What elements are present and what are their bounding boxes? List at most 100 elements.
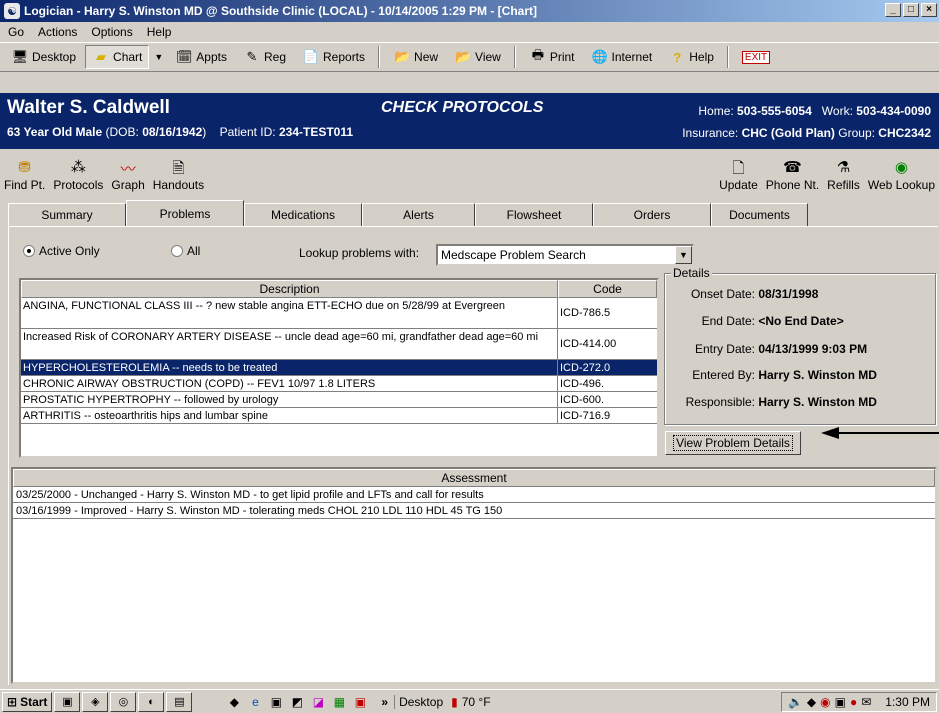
list-item[interactable]: 03/16/1999 - Improved - Harry S. Winston…	[13, 503, 935, 519]
title-bar: ☯ Logician - Harry S. Winston MD @ South…	[0, 0, 939, 22]
reports-icon: 📄	[302, 49, 320, 64]
taskbar-app-4[interactable]: ◐	[138, 691, 165, 712]
onset-date-label: Onset Date:	[690, 287, 755, 301]
quicklaunch-icon[interactable]: ▣	[267, 693, 285, 711]
taskbar-app-1[interactable]: ▣	[54, 691, 81, 712]
table-row-selected[interactable]: HYPERCHOLESTEROLEMIA -- needs to be trea…	[21, 360, 657, 376]
new-button[interactable]: 📂 New	[386, 45, 445, 69]
all-radio[interactable]: All	[171, 244, 200, 258]
refills-button[interactable]: ⚗ Refills	[823, 158, 864, 195]
problem-description: ANGINA, FUNCTIONAL CLASS III -- ? new st…	[21, 298, 558, 328]
view-folder-icon: 📂	[454, 49, 472, 64]
tray-icon[interactable]: ●	[850, 695, 857, 709]
web-lookup-label: Web Lookup	[867, 178, 935, 192]
desktop-button[interactable]: 🖥 Desktop	[4, 45, 83, 69]
tab-summary[interactable]: Summary	[8, 203, 126, 226]
insurance-label: Insurance:	[682, 126, 739, 140]
code-column-header[interactable]: Code	[558, 280, 657, 298]
desktop-toolbar-label[interactable]: Desktop	[394, 694, 443, 709]
patient-age-sex: 63 Year Old Male	[7, 125, 103, 139]
start-label: Start	[20, 694, 48, 709]
chevron-down-icon: ▼	[154, 52, 164, 62]
home-phone-label: Home:	[698, 104, 734, 118]
tray-icon[interactable]: ◉	[820, 695, 830, 709]
binoculars-icon: ⛃	[18, 159, 31, 176]
table-row[interactable]: ANGINA, FUNCTIONAL CLASS III -- ? new st…	[21, 298, 657, 329]
start-button[interactable]: ⊞ Start	[2, 691, 53, 712]
protocols-button[interactable]: ⁂ Protocols	[49, 158, 107, 195]
menu-help[interactable]: Help	[147, 25, 172, 39]
reg-button[interactable]: ✎ Reg	[236, 45, 293, 69]
graph-button[interactable]: 〰 Graph	[107, 158, 148, 195]
main-toolbar: 🖥 Desktop ▰ Chart ▼ 🗓 Appts ✎ Reg 📄 Reports 📂…	[0, 42, 939, 72]
quicklaunch-icon[interactable]: ◩	[288, 693, 306, 711]
quicklaunch-icon[interactable]: ◆	[225, 693, 243, 711]
update-button[interactable]: 🗋 Update	[715, 158, 762, 195]
problems-table: Description Code ANGINA, FUNCTIONAL CLAS…	[19, 278, 659, 458]
appts-button[interactable]: 🗓 Appts	[168, 45, 234, 69]
reports-button[interactable]: 📄 Reports	[295, 45, 372, 69]
app-icon: ◐	[148, 695, 155, 708]
taskbar-app-2[interactable]: ◈	[82, 691, 109, 712]
view-problem-details-label: View Problem Details	[673, 435, 793, 451]
maximize-button[interactable]: □	[903, 3, 919, 17]
volume-icon[interactable]: 🔈	[788, 695, 803, 709]
menu-go[interactable]: Go	[8, 25, 24, 39]
problem-description: PROSTATIC HYPERTROPHY -- followed by uro…	[21, 392, 558, 407]
taskbar-app-3[interactable]: ◎	[110, 691, 137, 712]
tab-documents[interactable]: Documents	[711, 203, 808, 226]
toolbar-separator	[378, 46, 381, 68]
quicklaunch-icon[interactable]: ◪	[309, 693, 327, 711]
phone-note-button[interactable]: ☎ Phone Nt.	[762, 158, 823, 195]
list-item[interactable]: 03/25/2000 - Unchanged - Harry S. Winsto…	[13, 487, 935, 503]
exit-button[interactable]: EXIT	[735, 45, 777, 69]
menu-options[interactable]: Options	[91, 25, 132, 39]
print-button[interactable]: 🖶 Print	[522, 45, 582, 69]
chart-button[interactable]: ▰ Chart	[85, 45, 150, 69]
table-row[interactable]: Increased Risk of CORONARY ARTERY DISEAS…	[21, 329, 657, 360]
table-row[interactable]: CHRONIC AIRWAY OBSTRUCTION (COPD) -- FEV…	[21, 376, 657, 392]
find-patient-button[interactable]: ⛃ Find Pt.	[0, 158, 49, 195]
document-icon: ▤	[174, 696, 185, 708]
view-problem-details-button[interactable]: View Problem Details	[665, 431, 801, 455]
tab-alerts[interactable]: Alerts	[362, 203, 475, 226]
handouts-button[interactable]: 🗎 Handouts	[149, 158, 208, 195]
taskbar-app-5[interactable]: ▤	[166, 691, 193, 712]
responsible-value: Harry S. Winston MD	[758, 395, 877, 409]
desktop-label: Desktop	[32, 50, 77, 64]
help-button[interactable]: ? Help	[661, 45, 721, 69]
active-only-radio[interactable]: Active Only	[23, 244, 100, 258]
chart-tabs: Summary Problems Medications Alerts Flow…	[8, 200, 928, 226]
tab-flowsheet[interactable]: Flowsheet	[475, 203, 593, 226]
dob-close: )	[202, 125, 207, 139]
radio-unselected-icon	[171, 245, 183, 257]
tab-medications[interactable]: Medications	[244, 203, 362, 226]
window-title: Logician - Harry S. Winston MD @ Southsi…	[24, 4, 537, 18]
app-icon: ▣	[62, 696, 73, 708]
tab-orders[interactable]: Orders	[593, 203, 711, 226]
problem-description: HYPERCHOLESTEROLEMIA -- needs to be trea…	[21, 360, 558, 375]
assessment-column-header[interactable]: Assessment	[13, 469, 935, 487]
chevron-more-icon[interactable]: »	[381, 695, 388, 709]
table-row[interactable]: ARTHRITIS -- osteoarthritis hips and lum…	[21, 408, 657, 424]
close-button[interactable]: ×	[921, 3, 937, 17]
tray-icon[interactable]: ▣	[835, 695, 846, 709]
quicklaunch-icon[interactable]: ▦	[330, 693, 348, 711]
reports-label: Reports	[323, 50, 366, 64]
internet-button[interactable]: 🌐 Internet	[584, 45, 660, 69]
view-button[interactable]: 📂 View	[447, 45, 508, 69]
tray-icon[interactable]: ◆	[807, 695, 816, 709]
web-lookup-button[interactable]: ◉ Web Lookup	[864, 158, 939, 195]
ie-icon[interactable]: e	[246, 693, 264, 711]
minimize-button[interactable]: _	[885, 3, 901, 17]
lookup-select[interactable]: Medscape Problem Search ▼	[436, 244, 694, 266]
app-icon: ◈	[91, 696, 100, 708]
chart-dropdown-button[interactable]: ▼	[151, 45, 166, 69]
description-column-header[interactable]: Description	[21, 280, 558, 298]
details-legend: Details	[671, 266, 712, 280]
mail-icon[interactable]: ✉	[861, 695, 871, 709]
table-row[interactable]: PROSTATIC HYPERTROPHY -- followed by uro…	[21, 392, 657, 408]
menu-actions[interactable]: Actions	[38, 25, 77, 39]
quicklaunch-icon[interactable]: ▣	[351, 693, 369, 711]
tab-problems[interactable]: Problems	[126, 200, 244, 226]
